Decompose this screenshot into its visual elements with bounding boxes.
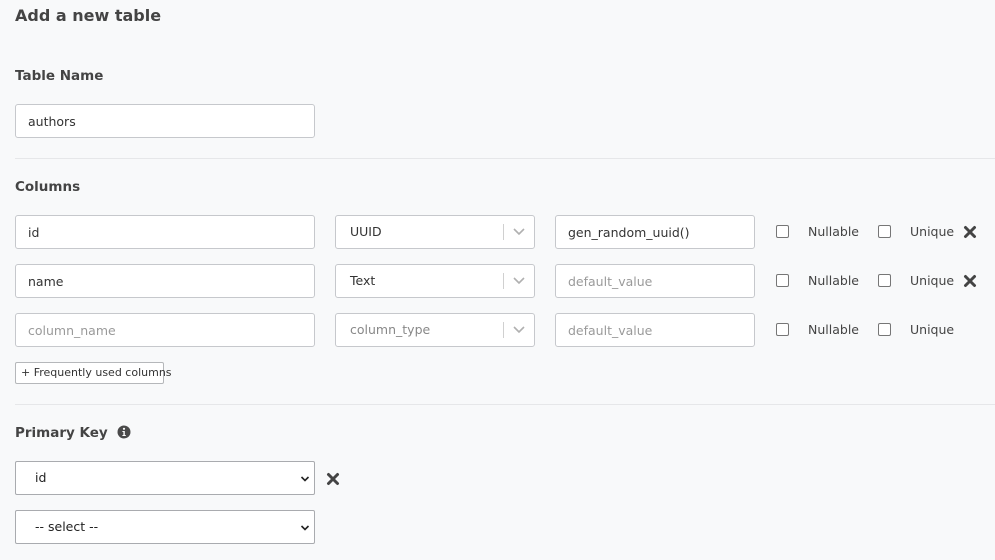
chevron-down-icon xyxy=(513,277,525,285)
unique-label: Unique xyxy=(910,273,955,288)
nullable-label: Nullable xyxy=(808,224,859,239)
column-default-input[interactable] xyxy=(555,215,755,249)
close-icon[interactable] xyxy=(963,274,977,288)
primary-key-value: id xyxy=(35,470,47,485)
divider xyxy=(15,158,995,159)
info-icon[interactable] xyxy=(117,425,131,439)
primary-key-select[interactable]: id xyxy=(15,461,315,495)
select-separator xyxy=(503,273,504,289)
chevron-down-icon xyxy=(513,326,525,334)
unique-label: Unique xyxy=(910,322,955,337)
chevron-down-icon xyxy=(513,228,525,236)
column-type-placeholder: column_type xyxy=(350,322,431,337)
nullable-label: Nullable xyxy=(808,273,859,288)
page-title: Add a new table xyxy=(15,6,162,25)
nullable-checkbox[interactable] xyxy=(776,225,789,238)
frequently-used-columns-button[interactable]: + Frequently used columns xyxy=(15,362,172,384)
divider xyxy=(15,404,995,405)
column-name-input[interactable] xyxy=(15,264,315,298)
nullable-label: Nullable xyxy=(808,322,859,337)
select-separator xyxy=(503,224,504,240)
unique-checkbox[interactable] xyxy=(878,225,891,238)
unique-checkbox[interactable] xyxy=(878,274,891,287)
column-default-input[interactable] xyxy=(555,313,755,347)
close-icon[interactable] xyxy=(963,225,977,239)
add-table-page: Add a new table Table Name Columns UUID … xyxy=(0,0,995,560)
chevron-down-icon xyxy=(300,525,310,531)
column-default-input[interactable] xyxy=(555,264,755,298)
nullable-checkbox[interactable] xyxy=(776,274,789,287)
column-type-value: UUID xyxy=(350,224,382,239)
unique-checkbox[interactable] xyxy=(878,323,891,336)
column-type-select[interactable]: column_type xyxy=(335,313,535,347)
primary-key-new-select[interactable]: -- select -- xyxy=(15,510,315,544)
select-separator xyxy=(503,322,504,338)
primary-key-heading: Primary Key xyxy=(15,425,108,441)
nullable-checkbox[interactable] xyxy=(776,323,789,336)
close-icon[interactable] xyxy=(326,472,340,486)
column-name-input[interactable] xyxy=(15,215,315,249)
columns-heading: Columns xyxy=(15,179,81,195)
primary-key-select-placeholder: -- select -- xyxy=(35,519,99,534)
column-type-select[interactable]: Text xyxy=(335,264,535,298)
table-name-input[interactable] xyxy=(15,104,315,138)
column-type-value: Text xyxy=(350,273,376,288)
chevron-down-icon xyxy=(300,476,310,482)
table-name-heading: Table Name xyxy=(15,68,104,84)
column-type-select[interactable]: UUID xyxy=(335,215,535,249)
unique-label: Unique xyxy=(910,224,955,239)
column-name-input[interactable] xyxy=(15,313,315,347)
